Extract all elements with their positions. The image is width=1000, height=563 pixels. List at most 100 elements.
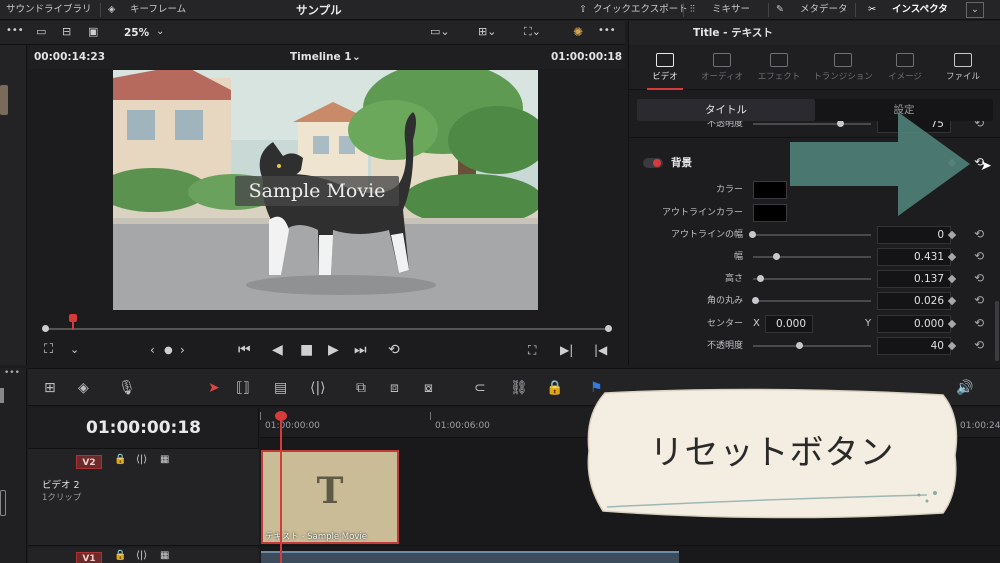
keyframe-button[interactable]: キーフレーム <box>130 0 186 20</box>
metadata-button[interactable]: メタデータ <box>800 0 848 20</box>
track-enable-icon[interactable]: ▦ <box>160 550 169 561</box>
loop-icon[interactable]: ⟲ <box>388 340 400 360</box>
match-frame-icon[interactable]: ⛶ <box>528 340 536 360</box>
param-slider[interactable] <box>753 300 871 302</box>
next-frame-icon[interactable]: ▶| <box>560 340 573 360</box>
subtab-title[interactable]: タイトル <box>637 99 815 121</box>
dual-viewer-icon[interactable]: ⊟ <box>62 22 71 42</box>
overwrite-clip-icon[interactable]: ⧈ <box>390 378 399 398</box>
video-clip[interactable] <box>261 551 679 563</box>
timeline-name-select[interactable]: Timeline 1 <box>290 45 352 69</box>
keyframe-icon[interactable]: ◈ <box>108 0 115 20</box>
blade-icon[interactable]: ▤ <box>274 378 287 398</box>
lock-icon[interactable]: 🔒 <box>114 454 126 465</box>
replace-clip-icon[interactable]: ⧇ <box>424 378 433 398</box>
metadata-icon[interactable]: ✎ <box>776 0 784 20</box>
quick-export-button[interactable]: クイックエクスポート <box>593 0 688 20</box>
safe-area-icon[interactable]: ▭⌄ <box>430 22 450 42</box>
tab-video[interactable]: ビデオ <box>635 46 695 90</box>
insert-clip-icon[interactable]: ⧉ <box>356 378 366 398</box>
play-icon[interactable]: ▶ <box>328 340 339 360</box>
single-viewer-icon[interactable]: ▭ <box>36 22 46 42</box>
param-slider[interactable] <box>753 278 871 280</box>
crop-icon[interactable]: ⛶ <box>44 340 53 360</box>
selection-arrow-icon[interactable]: ➤ <box>208 378 220 398</box>
more-icon[interactable]: ••• <box>4 368 20 378</box>
playhead[interactable] <box>275 411 287 421</box>
auto-select-icon[interactable]: ⟨|⟩ <box>136 454 147 465</box>
dynamic-trim-icon[interactable]: ⟨|⟩ <box>310 378 326 398</box>
scrub-track[interactable] <box>46 328 608 330</box>
inspector-scrollbar[interactable] <box>995 301 999 361</box>
reset-icon[interactable]: ⟲ <box>972 338 986 352</box>
monitor-icon[interactable]: ⊞⌄ <box>478 22 496 42</box>
out-point-handle[interactable] <box>605 325 612 332</box>
reset-icon[interactable]: ⟲ <box>972 316 986 330</box>
transform-icon[interactable]: ⛶⌄ <box>524 22 541 42</box>
tab-image[interactable]: イメージ <box>875 46 935 90</box>
jog-left-icon[interactable]: ‹ <box>150 340 155 360</box>
param-slider-knob[interactable] <box>757 275 764 282</box>
more-icon[interactable]: ••• <box>598 21 616 41</box>
play-reverse-icon[interactable]: ◀ <box>272 340 283 360</box>
fusion-icon[interactable]: ◈ <box>78 378 89 398</box>
quick-export-icon[interactable]: ⇪ <box>579 0 587 20</box>
param-slider[interactable] <box>753 345 871 347</box>
video-preview[interactable]: Sample Movie <box>113 70 538 310</box>
lock-icon[interactable]: 🔒 <box>546 378 563 398</box>
track-name[interactable]: ビデオ 2 <box>42 477 80 491</box>
tab-file[interactable]: ファイル <box>933 46 993 90</box>
center-y-input[interactable]: 0.000 <box>877 315 951 333</box>
tab-transition[interactable]: トランジション <box>813 46 873 90</box>
trim-icon[interactable]: ⟦⟧ <box>236 378 250 398</box>
tab-effects[interactable]: エフェクト <box>749 46 809 90</box>
mixer-button[interactable]: ミキサー <box>712 0 750 20</box>
playhead-line[interactable] <box>280 412 282 563</box>
param-slider-knob[interactable] <box>752 297 759 304</box>
section-toggle[interactable] <box>643 158 663 168</box>
snap-icon[interactable]: ⊂ <box>474 378 486 398</box>
reset-icon[interactable]: ⟲ <box>972 121 986 130</box>
param-value[interactable]: 0.137 <box>877 270 951 288</box>
track-id-badge[interactable]: V1 <box>76 552 102 563</box>
sound-library-button[interactable]: サウンドライブラリ <box>6 0 92 20</box>
media-thumbnail[interactable] <box>0 85 8 115</box>
track-selector[interactable] <box>0 490 6 516</box>
color-swatch[interactable] <box>753 181 787 199</box>
skip-start-icon[interactable]: ⏮ <box>238 340 251 360</box>
cinema-viewer-icon[interactable]: ▣ <box>88 22 98 42</box>
inspector-button[interactable]: インスペクタ <box>892 0 948 20</box>
zoom-select[interactable]: 25% <box>124 23 149 43</box>
color-swatch[interactable] <box>753 204 787 222</box>
jog-right-icon[interactable]: › <box>180 340 185 360</box>
reset-icon[interactable]: ⟲ <box>972 293 986 307</box>
param-value[interactable]: 0 <box>877 226 951 244</box>
layout-icon[interactable]: ⊞ <box>44 378 56 398</box>
param-slider[interactable] <box>753 256 871 258</box>
prev-frame-icon[interactable]: |◀ <box>594 340 607 360</box>
center-x-input[interactable]: 0.000 <box>765 315 813 333</box>
more-icon[interactable]: ••• <box>6 21 24 41</box>
stop-icon[interactable]: ■ <box>300 340 313 360</box>
color-wheel-icon[interactable]: ✺ <box>573 22 583 42</box>
viewer-scrubber[interactable] <box>42 314 612 334</box>
title-overlay[interactable]: Sample Movie <box>235 176 399 206</box>
chevron-down-icon[interactable]: ⌄ <box>156 22 164 42</box>
skip-end-icon[interactable]: ⏭ <box>354 340 367 360</box>
reset-icon[interactable]: ⟲ <box>972 227 986 241</box>
chevron-down-icon[interactable]: ⌄ <box>352 45 361 69</box>
param-slider-knob[interactable] <box>773 253 780 260</box>
param-value[interactable]: 0.431 <box>877 248 951 266</box>
param-slider-knob[interactable] <box>796 342 803 349</box>
param-slider[interactable] <box>753 234 871 236</box>
reset-icon[interactable]: ⟲ <box>972 249 986 263</box>
auto-select-icon[interactable]: ⟨|⟩ <box>136 550 147 561</box>
track-id-badge[interactable]: V2 <box>76 455 102 469</box>
tab-audio[interactable]: オーディオ <box>692 46 752 90</box>
microphone-icon[interactable]: 🎙 <box>118 378 136 398</box>
in-point-handle[interactable] <box>42 325 49 332</box>
reset-icon[interactable]: ⟲ <box>972 271 986 285</box>
mixer-icon[interactable]: ⫶⫶ <box>690 0 695 20</box>
param-slider-knob[interactable] <box>749 231 756 238</box>
inspector-icon[interactable]: ✂ <box>868 0 876 20</box>
